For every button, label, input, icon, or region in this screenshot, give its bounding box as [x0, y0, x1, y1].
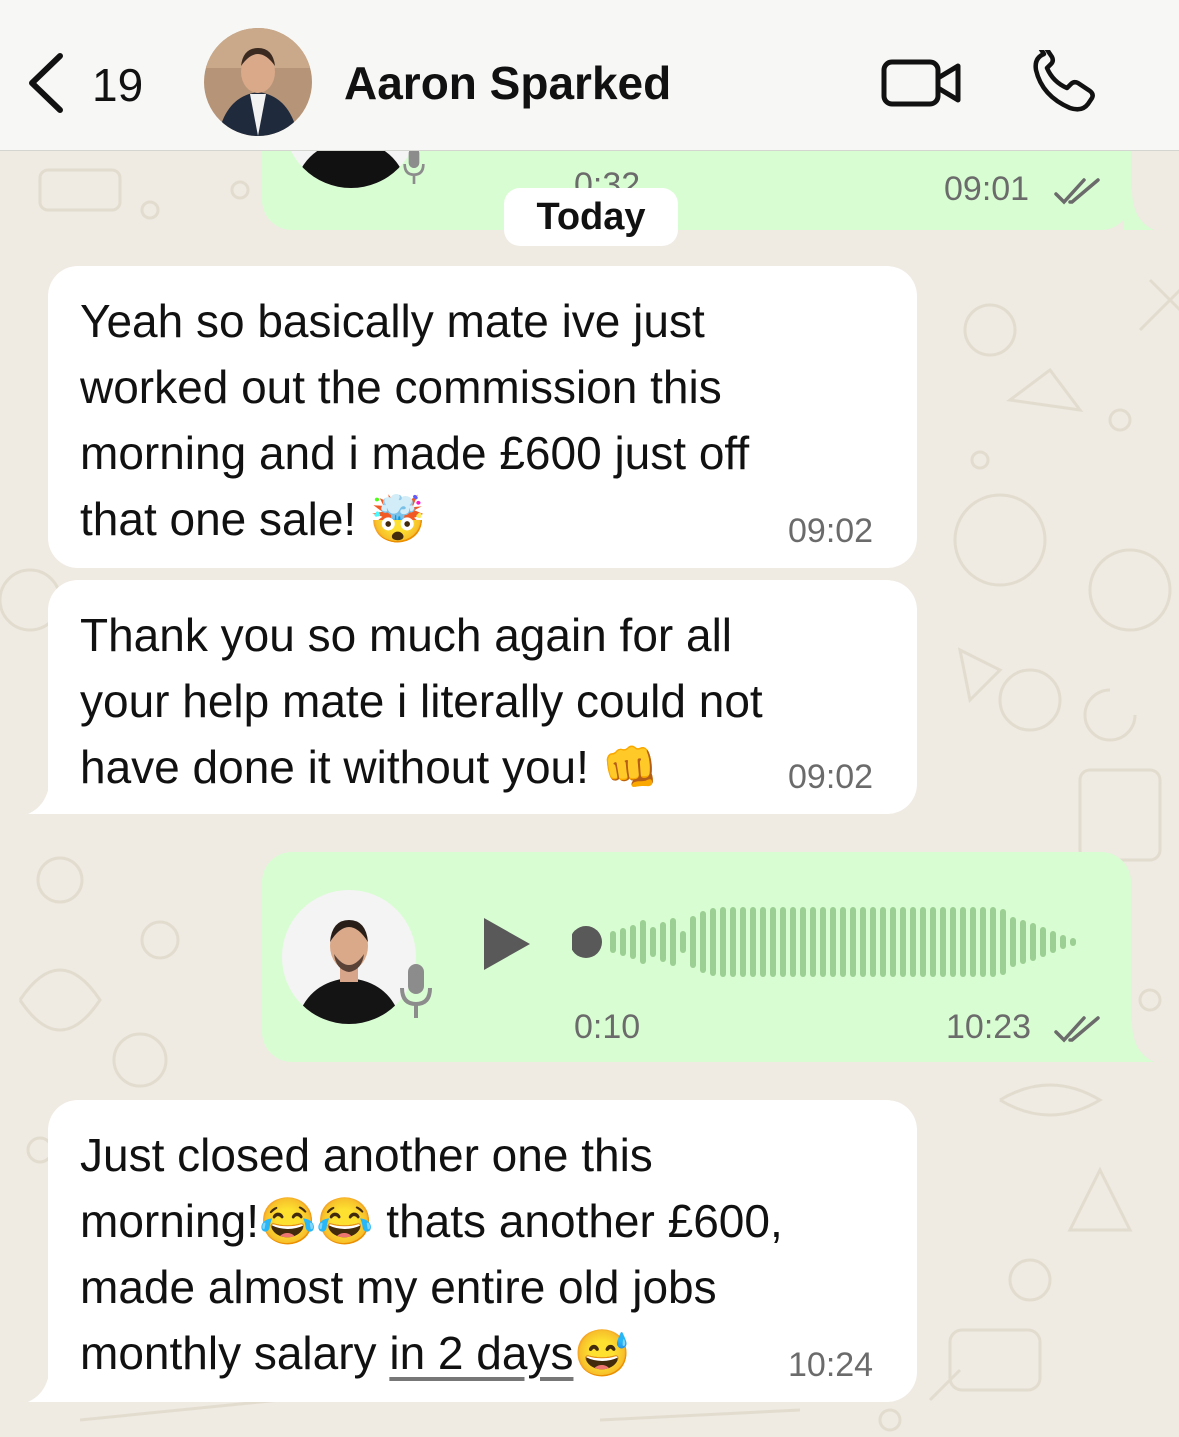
back-chevron-icon[interactable]	[22, 52, 70, 114]
chat-header: 19 Aaron Sparked	[0, 0, 1179, 151]
waveform-bar	[870, 907, 876, 977]
phone-call-icon[interactable]	[1030, 50, 1100, 114]
message-time: 10:23	[946, 1008, 1032, 1046]
waveform-bar	[1070, 938, 1076, 946]
waveform-bar	[980, 907, 986, 977]
outgoing-voice-message[interactable]: 0:10 10:23	[262, 852, 1154, 1062]
date-separator: Today	[504, 188, 678, 246]
waveform-bar	[940, 907, 946, 977]
bubble-tail	[1124, 1022, 1154, 1062]
waveform-bar	[840, 907, 846, 977]
waveform-bar	[820, 907, 826, 977]
message-text: Just closed another one this morning!😂😂 …	[80, 1129, 783, 1379]
message-time: 10:24	[788, 1346, 874, 1384]
voice-duration: 0:10	[574, 1008, 641, 1046]
waveform-bar	[700, 911, 706, 973]
voice-waveform[interactable]	[572, 902, 1092, 982]
incoming-message[interactable]: Thank you so much again for all your hel…	[28, 580, 917, 814]
contact-avatar[interactable]	[204, 28, 312, 136]
fist-bump-emoji: 👊	[601, 741, 659, 793]
sweat-smile-emoji: 😅	[573, 1327, 631, 1379]
waveform-bar	[960, 907, 966, 977]
voice-duration: 0:32	[574, 168, 641, 190]
waveform-bar	[740, 907, 746, 977]
message-text: Yeah so basically mate ive just worked o…	[80, 295, 750, 545]
microphone-icon	[403, 148, 425, 184]
waveform-bar	[1010, 917, 1016, 967]
microphone-icon	[400, 964, 432, 1018]
waveform-bar	[670, 918, 676, 966]
waveform-bar	[1020, 920, 1026, 964]
bubble-tail	[1124, 190, 1154, 230]
waveform-bar	[920, 907, 926, 977]
waveform-bar	[830, 907, 836, 977]
waveform-bar	[880, 907, 886, 977]
contact-name[interactable]: Aaron Sparked	[344, 56, 671, 110]
waveform-bar	[900, 907, 906, 977]
incoming-message[interactable]: Just closed another one this morning!😂😂 …	[28, 1100, 917, 1402]
bubble-tail	[28, 774, 58, 814]
waveform-bar	[680, 931, 686, 953]
waveform-bar	[730, 907, 736, 977]
waveform-bar	[1060, 935, 1066, 949]
waveform-bar	[640, 920, 646, 964]
waveform-bar	[650, 927, 656, 957]
waveform-bar	[850, 907, 856, 977]
waveform-bar	[620, 928, 626, 956]
waveform-bar	[810, 907, 816, 977]
waveform-bar	[970, 907, 976, 977]
waveform-bar	[630, 925, 636, 959]
waveform-bar	[1050, 931, 1056, 953]
waveform-bar	[710, 908, 716, 976]
waveform-bar	[1040, 927, 1046, 957]
waveform-bar	[790, 907, 796, 977]
waveform-bar	[1000, 909, 1006, 975]
date-link[interactable]: in 2 days	[389, 1327, 573, 1379]
waveform-bar	[750, 907, 756, 977]
waveform-bar	[890, 907, 896, 977]
waveform-bar	[860, 907, 866, 977]
read-ticks-icon	[1054, 178, 1100, 205]
waveform-bar	[910, 907, 916, 977]
mind-blown-emoji: 🤯	[368, 493, 427, 545]
play-icon[interactable]	[482, 916, 534, 972]
video-call-icon[interactable]	[880, 56, 964, 110]
waveform-bar	[610, 931, 616, 953]
message-time: 09:01	[944, 170, 1030, 208]
playback-position-dot	[572, 926, 602, 958]
unread-count[interactable]: 19	[92, 58, 143, 112]
waveform-bar	[930, 907, 936, 977]
message-time: 09:02	[788, 512, 874, 550]
waveform-bar	[950, 907, 956, 977]
read-ticks-icon	[1054, 1016, 1100, 1043]
waveform-bar	[660, 922, 666, 962]
waveform-bar	[990, 907, 996, 977]
waveform-bar	[800, 907, 806, 977]
waveform-bar	[1030, 923, 1036, 961]
waveform-bar	[690, 916, 696, 968]
waveform-bar	[780, 907, 786, 977]
incoming-message[interactable]: Yeah so basically mate ive just worked o…	[48, 266, 917, 568]
waveform-bar	[720, 907, 726, 977]
bubble-tail	[28, 1362, 58, 1402]
message-text: Thank you so much again for all your hel…	[80, 609, 763, 793]
waveform-bar	[770, 907, 776, 977]
message-time: 09:02	[788, 758, 874, 796]
laughing-emoji: 😂😂	[258, 1195, 374, 1247]
waveform-bar	[760, 907, 766, 977]
